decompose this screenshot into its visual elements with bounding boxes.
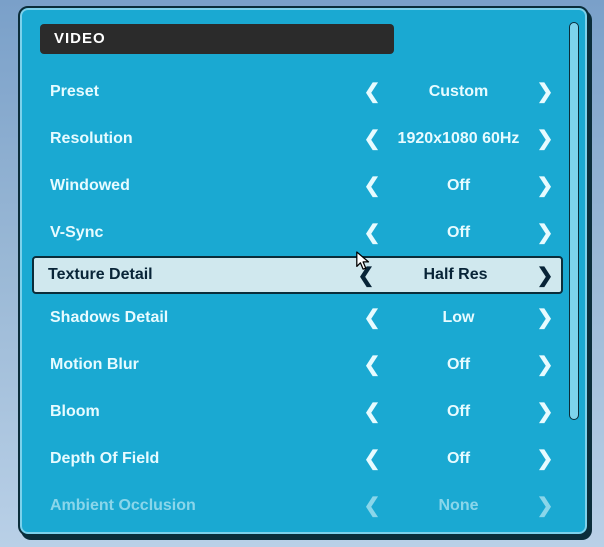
setting-value: 1920x1080 60Hz bbox=[384, 130, 533, 148]
chevron-right-icon[interactable]: ❯ bbox=[533, 173, 557, 198]
chevron-left-icon[interactable]: ❮ bbox=[354, 263, 378, 288]
setting-row-motion-blur[interactable]: Motion Blur ❮ Off ❯ bbox=[38, 341, 557, 388]
chevron-left-icon[interactable]: ❮ bbox=[360, 446, 384, 471]
setting-row-bloom[interactable]: Bloom ❮ Off ❯ bbox=[38, 388, 557, 435]
setting-value: Custom bbox=[384, 83, 533, 101]
chevron-right-icon[interactable]: ❯ bbox=[533, 220, 557, 245]
setting-row-texture-detail[interactable]: Texture Detail ❮ Half Res ❯ bbox=[32, 256, 563, 294]
setting-value: Off bbox=[384, 450, 533, 468]
chevron-right-icon[interactable]: ❯ bbox=[533, 352, 557, 377]
setting-row-windowed[interactable]: Windowed ❮ Off ❯ bbox=[38, 162, 557, 209]
chevron-right-icon[interactable]: ❯ bbox=[533, 263, 557, 288]
chevron-left-icon[interactable]: ❮ bbox=[360, 399, 384, 424]
setting-value: Off bbox=[384, 403, 533, 421]
setting-label: Motion Blur bbox=[38, 356, 360, 374]
scrollbar[interactable] bbox=[569, 22, 579, 420]
setting-value: None bbox=[384, 497, 533, 515]
chevron-right-icon[interactable]: ❯ bbox=[533, 493, 557, 518]
setting-label: Resolution bbox=[38, 130, 360, 148]
chevron-right-icon[interactable]: ❯ bbox=[533, 79, 557, 104]
setting-label: Preset bbox=[38, 83, 360, 101]
setting-row-vsync[interactable]: V-Sync ❮ Off ❯ bbox=[38, 209, 557, 256]
setting-label: V-Sync bbox=[38, 224, 360, 242]
setting-label: Ambient Occlusion bbox=[38, 497, 360, 515]
setting-value: Off bbox=[384, 356, 533, 374]
chevron-left-icon[interactable]: ❮ bbox=[360, 126, 384, 151]
settings-panel: VIDEO Preset ❮ Custom ❯ Resolution ❮ 192… bbox=[18, 6, 589, 536]
settings-rows: Preset ❮ Custom ❯ Resolution ❮ 1920x1080… bbox=[38, 68, 557, 520]
chevron-left-icon[interactable]: ❮ bbox=[360, 79, 384, 104]
setting-row-preset[interactable]: Preset ❮ Custom ❯ bbox=[38, 68, 557, 115]
setting-value: Off bbox=[384, 177, 533, 195]
setting-value: Half Res bbox=[378, 266, 533, 284]
chevron-right-icon[interactable]: ❯ bbox=[533, 399, 557, 424]
chevron-left-icon[interactable]: ❮ bbox=[360, 493, 384, 518]
setting-value: Low bbox=[384, 309, 533, 327]
chevron-left-icon[interactable]: ❮ bbox=[360, 352, 384, 377]
setting-row-ambient-occlusion[interactable]: Ambient Occlusion ❮ None ❯ bbox=[38, 482, 557, 529]
setting-row-resolution[interactable]: Resolution ❮ 1920x1080 60Hz ❯ bbox=[38, 115, 557, 162]
setting-row-shadows-detail[interactable]: Shadows Detail ❮ Low ❯ bbox=[38, 294, 557, 341]
chevron-left-icon[interactable]: ❮ bbox=[360, 305, 384, 330]
setting-label: Bloom bbox=[38, 403, 360, 421]
chevron-left-icon[interactable]: ❮ bbox=[360, 173, 384, 198]
section-title: VIDEO bbox=[54, 30, 106, 47]
setting-label: Shadows Detail bbox=[38, 309, 360, 327]
setting-label: Depth Of Field bbox=[38, 450, 360, 468]
section-header: VIDEO bbox=[40, 24, 394, 54]
setting-row-depth-of-field[interactable]: Depth Of Field ❮ Off ❯ bbox=[38, 435, 557, 482]
chevron-right-icon[interactable]: ❯ bbox=[533, 126, 557, 151]
setting-label: Texture Detail bbox=[38, 266, 354, 284]
setting-label: Windowed bbox=[38, 177, 360, 195]
setting-value: Off bbox=[384, 224, 533, 242]
chevron-right-icon[interactable]: ❯ bbox=[533, 446, 557, 471]
chevron-right-icon[interactable]: ❯ bbox=[533, 305, 557, 330]
chevron-left-icon[interactable]: ❮ bbox=[360, 220, 384, 245]
